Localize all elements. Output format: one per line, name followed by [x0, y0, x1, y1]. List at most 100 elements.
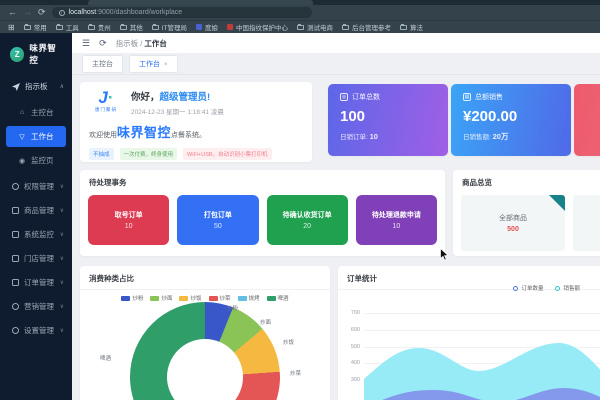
url-text: localhost:9000/dashboard/workplace	[69, 9, 183, 16]
stat-card-order-total: ◎ 订单总数 100 日销订单: 10	[328, 84, 448, 156]
chevron-down-icon: ∨	[59, 231, 64, 238]
pie-legend: 炒粉 炒面 炒饭 炒菜 烧烤 啤酒	[80, 290, 330, 302]
feature-tags: 不抽成 一次付费，终身使用 WiFi+USB，自动识别小票打印机	[89, 148, 303, 160]
screen: ← → ⟳ i localhost:9000/dashboard/workpla…	[0, 0, 600, 400]
brand[interactable]: Z 味界智控	[0, 33, 72, 74]
legend-item[interactable]: 啤酒	[266, 294, 289, 302]
slice-label: 炒饭	[283, 340, 295, 346]
legend-item[interactable]: 炒菜	[208, 294, 231, 302]
sidebar-item-stores[interactable]: 门店管理 ∨	[0, 246, 72, 270]
pending-card-refund-requests[interactable]: 待处理退款申请 10	[355, 195, 437, 245]
corner-ribbon	[549, 195, 565, 211]
site-info-icon[interactable]: i	[58, 9, 65, 16]
stat-footer: 日销订单: 10	[340, 132, 378, 141]
legend-item[interactable]: 订单数量	[513, 284, 543, 292]
pending-title: 待处理事务	[89, 178, 127, 187]
collapse-menu-icon[interactable]: ☰	[82, 38, 90, 49]
sidebar-item-system-monitor[interactable]: 系统监控 ∨	[0, 222, 72, 246]
brand-highlight: 味界智控	[117, 125, 172, 140]
bookmark-item[interactable]: 工具	[55, 22, 79, 32]
order-total-icon: ◎	[340, 93, 348, 101]
back-button[interactable]: ←	[8, 8, 17, 17]
product-overview-title: 商品总览	[462, 178, 492, 187]
app-header: ☰ ⟳ 指示板 / 工作台	[72, 33, 600, 53]
product-card-offshelf[interactable]: 已下架商品 100	[573, 195, 600, 251]
sidebar-group-dashboard[interactable]: 指示板 ∧	[0, 74, 72, 99]
folder-icon	[151, 23, 159, 30]
y-tick: 600	[350, 327, 360, 333]
sidebar: Z 味界智控 指示板 ∧ ⌂ 主控台 ▽ 工作台 ◉ 监控页 权限管理 ∨ 商品…	[0, 33, 72, 400]
sidebar-item-permissions[interactable]: 权限管理 ∨	[0, 174, 72, 198]
chevron-down-icon: ∨	[59, 327, 64, 334]
folder-icon	[296, 23, 304, 30]
bookmark-item[interactable]: 后台管理参考	[341, 22, 391, 32]
breadcrumb-root[interactable]: 指示板	[116, 39, 139, 48]
legend-swatch	[121, 295, 131, 301]
pending-card-queue-orders[interactable]: 取号订单 10	[88, 195, 170, 245]
bookmark-item[interactable]: 度娘	[195, 22, 218, 32]
greeting-date: 2024-12-23 星期一 1:18:41 凌晨	[131, 109, 224, 116]
order-stats-card: 订单统计 订单数量 销售额 700 600 500 400 300	[338, 266, 600, 400]
refresh-icon[interactable]: ⟳	[99, 38, 107, 49]
chevron-down-icon: ∨	[59, 303, 64, 310]
stat-value: ¥200.00	[463, 108, 518, 125]
legend-item[interactable]: 炒饭	[179, 294, 202, 302]
pending-card-packing-orders[interactable]: 打包订单 50	[177, 195, 259, 245]
forward-button[interactable]: →	[23, 8, 32, 17]
y-tick: 700	[350, 310, 360, 316]
sidebar-item-monitor-page[interactable]: ◉ 监控页	[6, 150, 66, 171]
legend-item[interactable]: 销售额	[555, 284, 580, 292]
product-card-all[interactable]: → 全部商品 500	[461, 195, 565, 251]
breadcrumb-separator: /	[140, 38, 143, 48]
favicon	[226, 24, 233, 30]
marketing-icon	[12, 302, 19, 310]
tag-pay-once: 一次付费，终身使用	[119, 148, 178, 160]
eye-icon: ◉	[18, 157, 26, 165]
address-bar[interactable]: i localhost:9000/dashboard/workplace	[51, 7, 312, 18]
legend-swatch	[208, 295, 218, 301]
bookmark-item[interactable]: 常用	[23, 22, 47, 32]
folder-icon	[87, 23, 95, 30]
legend-item[interactable]: 炒面	[150, 294, 172, 302]
sidebar-item-console[interactable]: ⌂ 主控台	[6, 102, 66, 123]
chevron-down-icon: ∨	[59, 255, 64, 262]
y-tick: 300	[350, 377, 360, 383]
stat-card-clipped	[574, 84, 600, 156]
y-tick: 500	[350, 344, 360, 350]
sidebar-item-settings[interactable]: 设置管理 ∨	[0, 318, 72, 342]
order-legend: 订单数量 销售额	[513, 284, 580, 292]
home-icon: ⌂	[19, 109, 25, 116]
bookmarks-bar: ⊞ 常用 工具 贵州 其他 IT管理局 度娘 中国指纹保护中心 测试电商 后台管…	[0, 20, 600, 33]
gear-icon	[12, 326, 19, 334]
bookmark-item[interactable]: IT管理局	[151, 22, 187, 32]
legend-item[interactable]: 烧烤	[237, 294, 260, 302]
apps-grid-icon[interactable]: ⊞	[8, 23, 15, 32]
folder-icon	[119, 23, 127, 30]
company-logo-text: 唐门聚研	[95, 107, 117, 112]
legend-circle	[513, 285, 519, 291]
pending-card-confirm-receipt[interactable]: 待确认收货订单 20	[266, 195, 348, 245]
favicon	[195, 24, 202, 30]
slice-label: 炒面	[260, 320, 272, 326]
bookmark-item[interactable]: 中国指纹保护中心	[226, 22, 288, 32]
tab-workbench[interactable]: 工作台 ×	[129, 54, 178, 73]
bookmark-item[interactable]: 其他	[119, 22, 143, 32]
pie-title: 消费种类占比	[89, 274, 134, 283]
sidebar-item-workbench[interactable]: ▽ 工作台	[6, 126, 66, 147]
bookmark-item[interactable]: 测试电商	[296, 22, 333, 32]
sidebar-item-marketing[interactable]: 营销管理 ∨	[0, 294, 72, 318]
y-tick: 400	[350, 360, 360, 366]
brand-name: 味界智控	[29, 43, 57, 65]
pending-tasks-card: 待处理事务 取号订单 10 打包订单 50 待确认收货订单 20 待处理退款申请…	[80, 170, 445, 256]
sidebar-item-orders[interactable]: 订单管理 ∨	[0, 270, 72, 294]
bookmark-item[interactable]: 贵州	[87, 22, 111, 32]
close-icon[interactable]: ×	[164, 62, 168, 68]
role-name: 超级管理员!	[159, 92, 211, 103]
brand-logo-icon: Z	[10, 46, 25, 62]
legend-item[interactable]: 炒粉	[121, 294, 143, 302]
tag-printer: WiFi+USB，自动识别小票打印机	[183, 148, 272, 160]
reload-button[interactable]: ⟳	[38, 8, 46, 17]
sidebar-item-goods[interactable]: 商品管理 ∨	[0, 198, 72, 222]
tab-console[interactable]: 主控台	[82, 54, 123, 73]
bookmark-item[interactable]: 算法	[399, 22, 423, 32]
